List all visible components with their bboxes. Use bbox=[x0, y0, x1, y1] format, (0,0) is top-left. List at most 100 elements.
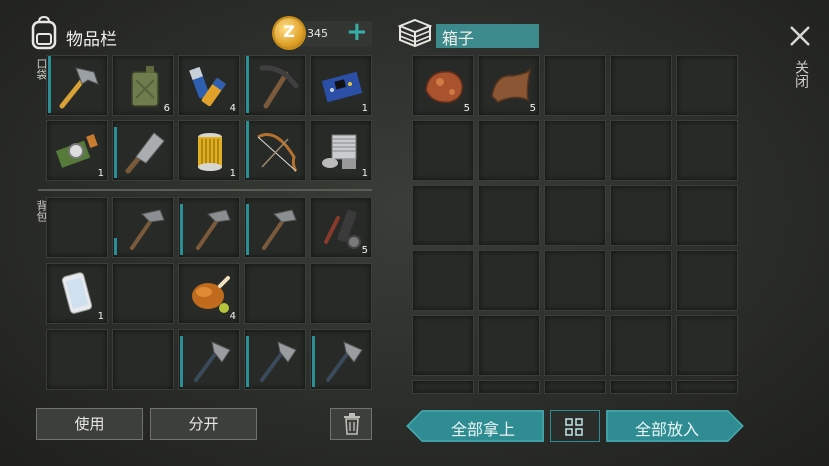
item-count: 1 bbox=[361, 103, 368, 114]
add-currency-button[interactable]: + bbox=[346, 17, 368, 47]
use-button[interactable]: 使用 bbox=[36, 408, 143, 440]
put-all-label: 全部放入 bbox=[634, 420, 699, 439]
backpack-slot[interactable] bbox=[310, 329, 372, 390]
box-slot[interactable]: 5 bbox=[478, 55, 540, 116]
box-slot[interactable] bbox=[544, 315, 606, 376]
box-slot[interactable] bbox=[610, 380, 672, 394]
item-count: 5 bbox=[529, 103, 536, 114]
backpack-slot[interactable] bbox=[244, 329, 306, 390]
box-slot[interactable] bbox=[478, 250, 540, 311]
pocket-slot[interactable] bbox=[244, 55, 306, 116]
box-slot[interactable] bbox=[610, 185, 672, 246]
batteries-icon bbox=[189, 66, 226, 107]
backpack-slot[interactable]: 5 bbox=[310, 197, 372, 258]
box-slot[interactable] bbox=[610, 315, 672, 376]
bow-icon bbox=[257, 133, 298, 172]
box-slot[interactable] bbox=[412, 380, 474, 394]
take-all-button[interactable]: 全部拿上 bbox=[406, 410, 544, 442]
box-title-bar: 箱子 bbox=[436, 24, 539, 48]
box-slot[interactable] bbox=[544, 380, 606, 394]
durability-bar bbox=[246, 121, 249, 178]
trash-icon bbox=[342, 413, 362, 445]
backpack-slot[interactable]: 1 bbox=[46, 263, 108, 324]
durability-bar bbox=[48, 56, 51, 113]
close-icon bbox=[788, 24, 812, 48]
box-slot[interactable] bbox=[676, 185, 738, 246]
box-slot[interactable] bbox=[610, 55, 672, 116]
box-slot[interactable] bbox=[676, 250, 738, 311]
item-count: 6 bbox=[163, 103, 170, 114]
backpack-slot[interactable] bbox=[112, 263, 174, 324]
box-slot[interactable] bbox=[412, 185, 474, 246]
backpack-slot[interactable]: 4 bbox=[178, 263, 240, 324]
backpack-icon bbox=[30, 15, 58, 50]
backpack-slot[interactable] bbox=[178, 329, 240, 390]
box-slot[interactable]: 5 bbox=[412, 55, 474, 116]
grid-sort-icon bbox=[565, 418, 585, 440]
backpack-slot[interactable] bbox=[112, 329, 174, 390]
engine-block-icon bbox=[322, 134, 357, 169]
backpack-slot[interactable] bbox=[244, 263, 306, 324]
box-slot[interactable] bbox=[412, 250, 474, 311]
circuit-board-icon bbox=[321, 71, 363, 103]
split-button[interactable]: 分开 bbox=[150, 408, 257, 440]
close-button[interactable]: 关闭 bbox=[781, 20, 817, 100]
pocket-slot[interactable]: 4 bbox=[178, 55, 240, 116]
durability-bar bbox=[246, 204, 249, 255]
durability-bar bbox=[312, 336, 315, 387]
box-slot[interactable] bbox=[676, 55, 738, 116]
box-slot[interactable] bbox=[412, 315, 474, 376]
box-slot[interactable] bbox=[676, 380, 738, 394]
box-slot[interactable] bbox=[676, 120, 738, 181]
box-slot[interactable] bbox=[478, 120, 540, 181]
box-slot[interactable] bbox=[544, 55, 606, 116]
stone-pickaxe-icon bbox=[262, 209, 297, 250]
backpack-slot[interactable] bbox=[244, 197, 306, 258]
item-count: 4 bbox=[229, 103, 236, 114]
tools-parts-icon bbox=[324, 209, 361, 249]
box-slot[interactable] bbox=[610, 120, 672, 181]
durability-bar bbox=[180, 204, 183, 255]
currency-display: Z 345 + bbox=[274, 17, 372, 48]
box-slot[interactable] bbox=[478, 185, 540, 246]
pocket-slot[interactable]: 1 bbox=[46, 120, 108, 181]
stone-hatchet-icon bbox=[260, 341, 297, 382]
pocket-slot[interactable]: 6 bbox=[112, 55, 174, 116]
pocket-slot[interactable]: 1 bbox=[310, 55, 372, 116]
box-slot[interactable] bbox=[544, 120, 606, 181]
close-label: 关闭 bbox=[793, 60, 809, 88]
stone-hatchet-icon bbox=[326, 341, 363, 382]
box-slot[interactable] bbox=[610, 250, 672, 311]
box-icon bbox=[397, 18, 433, 48]
copper-ore-icon bbox=[425, 71, 463, 103]
stone-hatchet-icon bbox=[194, 341, 231, 382]
backpack-slot[interactable] bbox=[112, 197, 174, 258]
pocket-slot[interactable]: 1 bbox=[310, 120, 372, 181]
delete-button[interactable] bbox=[330, 408, 372, 440]
box-slot[interactable] bbox=[676, 315, 738, 376]
stone-pickaxe-icon bbox=[130, 209, 165, 250]
sort-button[interactable] bbox=[550, 410, 600, 442]
item-count: 5 bbox=[361, 245, 368, 256]
backpack-slot[interactable] bbox=[310, 263, 372, 324]
box-title: 箱子 bbox=[442, 29, 475, 48]
pocket-slot[interactable]: 1 bbox=[178, 120, 240, 181]
box-slot[interactable] bbox=[478, 315, 540, 376]
durability-bar bbox=[114, 127, 117, 178]
backpack-slot[interactable] bbox=[46, 329, 108, 390]
box-slot[interactable] bbox=[544, 185, 606, 246]
stone-pickaxe-icon bbox=[196, 209, 231, 250]
box-slot[interactable] bbox=[412, 120, 474, 181]
camera-module-icon bbox=[55, 133, 98, 168]
pocket-slot[interactable] bbox=[112, 120, 174, 181]
put-all-button[interactable]: 全部放入 bbox=[606, 410, 744, 442]
roast-chicken-icon bbox=[192, 276, 230, 313]
pocket-slot[interactable] bbox=[46, 55, 108, 116]
coin-icon: Z bbox=[274, 18, 304, 48]
backpack-slot[interactable] bbox=[178, 197, 240, 258]
backpack-slot[interactable] bbox=[46, 197, 108, 258]
item-count: 1 bbox=[97, 311, 104, 322]
box-slot[interactable] bbox=[544, 250, 606, 311]
pocket-slot[interactable] bbox=[244, 120, 306, 181]
box-slot[interactable] bbox=[478, 380, 540, 394]
